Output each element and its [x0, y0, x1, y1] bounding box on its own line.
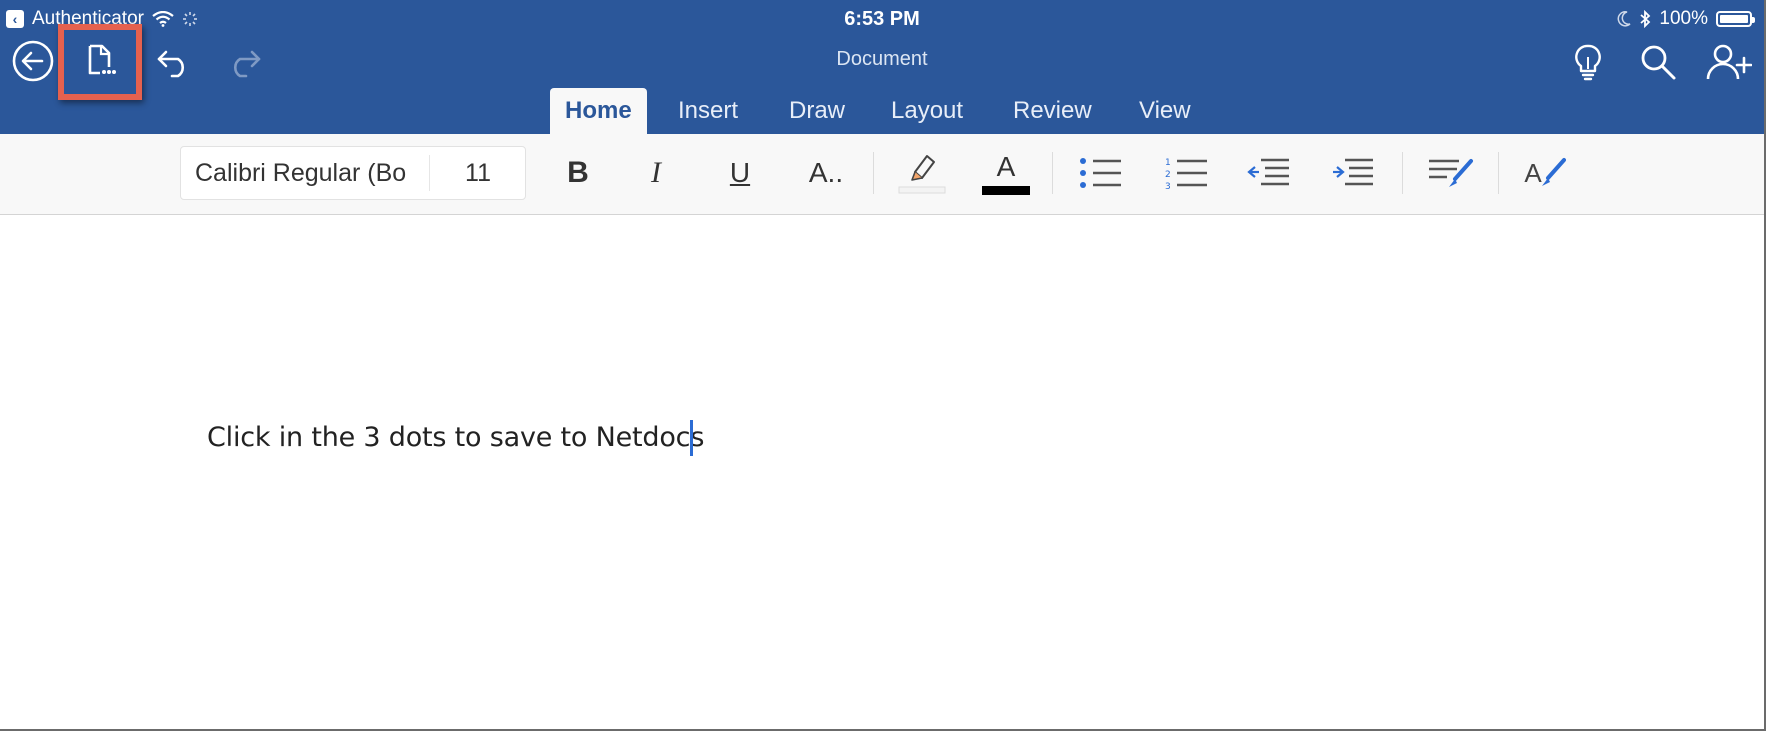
share-add-person-icon[interactable] [1704, 38, 1754, 86]
redo-icon[interactable] [222, 40, 266, 84]
ribbon-separator [1402, 152, 1403, 194]
ribbon-separator [1052, 152, 1053, 194]
tab-home[interactable]: Home [550, 88, 647, 134]
battery-percent: 100% [1659, 8, 1708, 29]
bold-button[interactable]: B [556, 144, 600, 202]
styles-button[interactable]: A [1518, 144, 1572, 202]
increase-indent-button[interactable] [1330, 144, 1376, 202]
search-icon[interactable] [1636, 40, 1680, 84]
highlighter-icon [898, 155, 946, 194]
decrease-indent-icon [1247, 158, 1289, 186]
font-color-button[interactable]: A [980, 144, 1032, 202]
svg-text:1: 1 [1165, 158, 1171, 168]
more-font-formatting-button[interactable]: A.. [800, 144, 852, 202]
font-color-swatch [982, 185, 1030, 195]
paragraph-formatting-button[interactable] [1426, 144, 1476, 202]
font-color-glyph: A [996, 150, 1016, 182]
undo-icon[interactable] [152, 40, 196, 84]
italic-button[interactable]: I [634, 144, 678, 202]
battery-icon [1716, 11, 1755, 27]
bullets-button[interactable] [1078, 144, 1124, 202]
document-canvas[interactable]: Click in the 3 dots to save to Netdocs [0, 215, 1764, 729]
ribbon-separator [873, 152, 874, 194]
font-picker: Calibri Regular (Bo 11 [180, 146, 526, 200]
tab-review[interactable]: Review [998, 88, 1107, 134]
tab-draw[interactable]: Draw [774, 88, 860, 134]
styles-brush-icon [1541, 158, 1566, 186]
tab-insert[interactable]: Insert [663, 88, 753, 134]
font-size-dropdown[interactable]: 11 [431, 147, 525, 199]
document-body-text[interactable]: Click in the 3 dots to save to Netdocs [207, 422, 704, 453]
increase-indent-icon [1333, 158, 1373, 186]
text-cursor [690, 420, 693, 456]
tell-me-lightbulb-icon[interactable] [1568, 40, 1608, 84]
status-right: 100% [1617, 8, 1755, 30]
status-bar: ‹ Authenticator 6:53 PM 100% [0, 0, 1764, 40]
paragraph-brush-icon [1429, 159, 1473, 187]
numbered-list-icon: 1 2 3 [1165, 158, 1207, 190]
app-window: ‹ Authenticator 6:53 PM 100% Document Ho… [0, 0, 1766, 731]
moon-icon [1617, 11, 1631, 27]
svg-text:2: 2 [1165, 170, 1171, 180]
decrease-indent-button[interactable] [1246, 144, 1292, 202]
font-name-dropdown[interactable]: Calibri Regular (Bo [195, 147, 413, 199]
home-ribbon: Calibri Regular (Bo 11 B I U A.. A 1 2 3… [0, 134, 1764, 215]
numbering-button[interactable]: 1 2 3 [1164, 144, 1210, 202]
back-to-app-icon[interactable]: ‹ [6, 10, 24, 28]
font-separator [429, 155, 430, 191]
tab-layout[interactable]: Layout [876, 88, 978, 134]
activity-spinner-icon [182, 12, 197, 26]
header-bar: ‹ Authenticator 6:53 PM 100% Document Ho… [0, 0, 1764, 134]
status-time: 6:53 PM [844, 8, 920, 30]
wifi-icon [152, 11, 174, 27]
ribbon-tabs: Home Insert Draw Layout Review View [0, 88, 1764, 134]
bluetooth-icon [1640, 10, 1651, 28]
tab-view[interactable]: View [1124, 88, 1206, 134]
underline-button[interactable]: U [718, 144, 762, 202]
highlight-color-button[interactable] [896, 144, 948, 202]
svg-text:3: 3 [1165, 182, 1171, 190]
ribbon-separator [1498, 152, 1499, 194]
back-arrow-icon[interactable] [10, 38, 56, 84]
file-menu-icon[interactable] [83, 43, 117, 82]
bulleted-list-icon [1080, 158, 1121, 188]
